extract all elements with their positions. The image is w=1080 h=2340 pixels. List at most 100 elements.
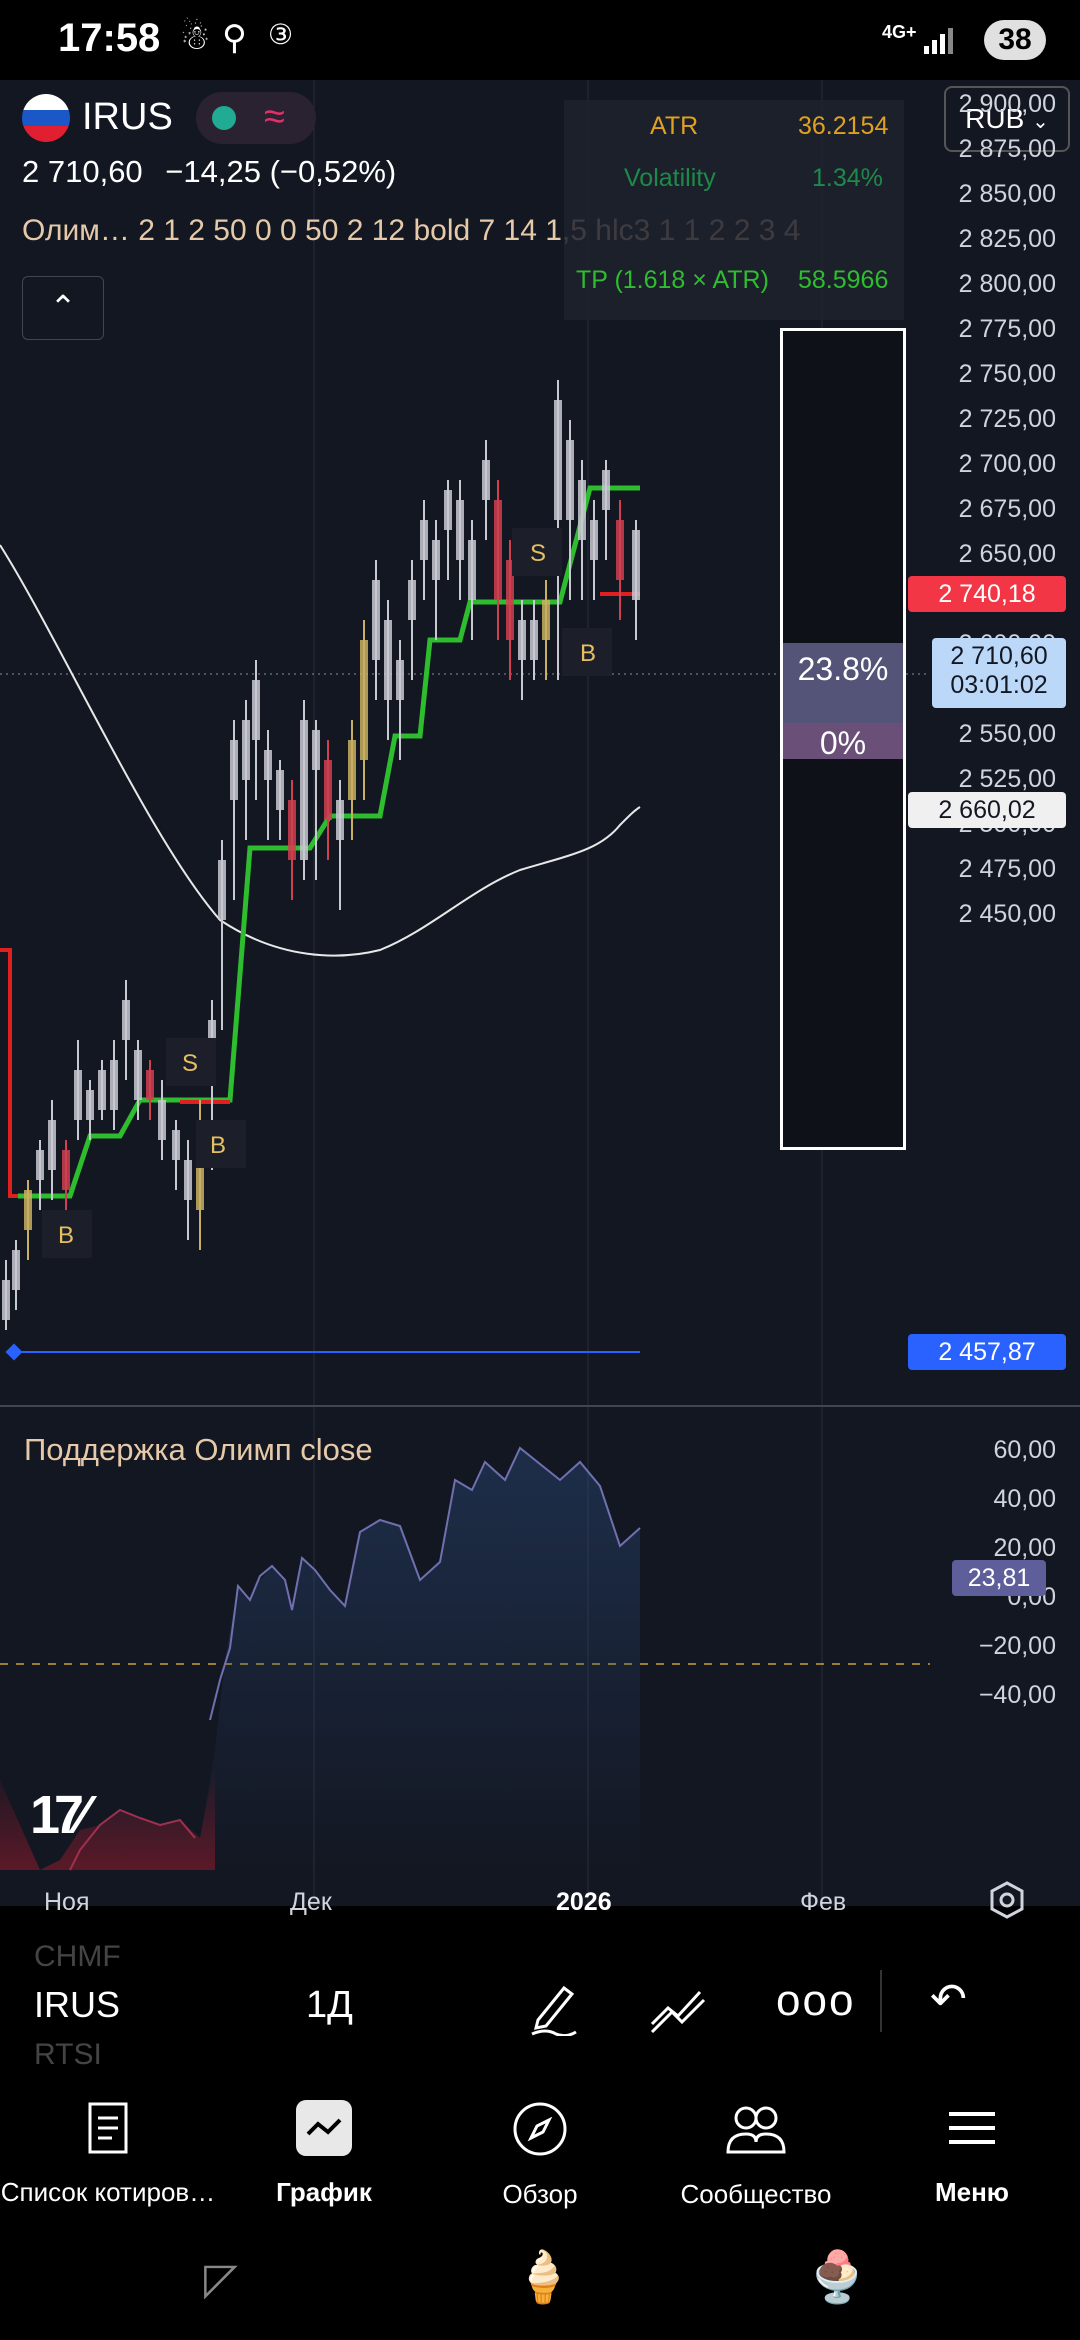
chart-icon	[296, 2100, 352, 2156]
nav-overview[interactable]: Обзор	[432, 2100, 648, 2210]
candle-body	[566, 440, 574, 520]
price-change: −14,25 (−0,52%)	[165, 154, 397, 189]
price-tag-red: 2 740,18	[908, 576, 1066, 612]
candle-body	[518, 620, 526, 660]
nav-label: График	[276, 2177, 372, 2207]
price-tick: 2 900,00	[958, 90, 1056, 118]
signal-buy: B	[58, 1222, 75, 1249]
candle-body	[324, 760, 332, 820]
oscillator-title[interactable]: Поддержка Олимп close	[24, 1432, 373, 1468]
price-tick: 2 850,00	[958, 180, 1056, 208]
candle-body	[312, 730, 320, 770]
oscillator-tick: 40,00	[993, 1485, 1056, 1513]
volatility-value: 1.34%	[812, 164, 883, 192]
search-notif-icon: ⚲	[222, 19, 247, 57]
price-tick: 2 725,00	[958, 405, 1056, 433]
nav-label: Список котиров…	[0, 2177, 216, 2207]
candle-body	[482, 460, 490, 500]
oscillator-tick: −20,00	[978, 1632, 1056, 1660]
candle-body	[2, 1280, 10, 1320]
recents-gesture-icon[interactable]: 🍨	[806, 2248, 868, 2307]
fib-box[interactable]: 23.8% 0%	[780, 328, 906, 1150]
nav-label: Обзор	[502, 2179, 578, 2209]
oscillator-value-tag: 23,81	[952, 1560, 1046, 1596]
candle-body	[184, 1160, 192, 1200]
candle-body	[110, 1060, 118, 1110]
shield-3-icon: ③	[268, 19, 294, 50]
price-tick: 2 875,00	[958, 135, 1056, 163]
chart-toolbar: CHMF IRUS RTSI 1Д ooo ↶	[0, 1940, 1080, 2080]
pen-icon[interactable]	[526, 1980, 582, 2036]
candle-body	[372, 580, 380, 660]
nav-watchlist[interactable]: Список котиров…	[0, 2100, 216, 2208]
candle-body	[348, 740, 356, 800]
status-pill[interactable]: ≈	[196, 92, 316, 144]
candle-body	[420, 520, 428, 560]
volatility-label: Volatility	[624, 164, 716, 192]
time-label: Дек	[290, 1888, 332, 1916]
nav-label: Меню	[934, 2177, 1010, 2207]
candle-body	[336, 800, 344, 840]
tradingview-logo: 17⁄	[30, 1785, 87, 1845]
candle-body	[230, 740, 238, 800]
symbol-title[interactable]: IRUS	[82, 96, 173, 139]
oscillator-tick: 20,00	[993, 1534, 1056, 1562]
price-tick: 2 775,00	[958, 315, 1056, 343]
candle-body	[24, 1190, 32, 1230]
candle-body	[48, 1120, 56, 1170]
candle-body	[578, 480, 586, 540]
back-gesture-icon[interactable]: ◸	[204, 2254, 238, 2305]
collapse-button[interactable]: ⌃	[22, 276, 104, 340]
candle-body	[146, 1070, 154, 1100]
candle-body	[12, 1250, 20, 1290]
candle-body	[408, 580, 416, 620]
symbol-prev[interactable]: CHMF	[34, 1940, 121, 1974]
tp-label: TP (1.618 × ATR)	[576, 266, 769, 294]
signal-icon	[924, 28, 953, 54]
chart-area[interactable]: IRUS ≈ 2 710,60 −14,25 (−0,52%) Олим… 2 …	[0, 80, 1080, 1919]
candle-body	[396, 660, 404, 700]
hexagon-settings-icon[interactable]	[988, 1880, 1026, 1920]
nav-community[interactable]: Сообщество	[648, 2100, 864, 2210]
last-price: 2 710,60	[22, 154, 143, 189]
price-tick: 2 750,00	[958, 360, 1056, 388]
candle-body	[632, 530, 640, 600]
atr-panel: ATR 36.2154 Volatility 1.34% TP (1.618 ×…	[564, 100, 904, 320]
candle-body	[288, 800, 296, 860]
anchor-marker	[5, 1343, 23, 1361]
more-icon[interactable]: ooo	[776, 1976, 855, 2026]
interval-button[interactable]: 1Д	[306, 1984, 353, 2027]
time-label: Фев	[800, 1888, 847, 1916]
menu-icon	[949, 2112, 995, 2144]
divider	[880, 1970, 882, 2032]
price-tag-blue: 2 457,87	[908, 1334, 1066, 1370]
candle-body	[158, 1100, 166, 1140]
trendline-icon[interactable]	[648, 1980, 708, 2036]
nav-menu[interactable]: Меню	[864, 2100, 1080, 2208]
candle-body	[432, 540, 440, 580]
network-label: 4G+	[882, 22, 917, 42]
undo-icon[interactable]: ↶	[930, 1974, 967, 2025]
candle-body	[444, 490, 452, 530]
symbol-next[interactable]: RTSI	[34, 2038, 102, 2072]
price-tick: 2 550,00	[958, 720, 1056, 748]
watchlist-icon	[88, 2102, 128, 2154]
community-icon	[726, 2106, 786, 2154]
time-label: Ноя	[44, 1888, 90, 1916]
candlestick-series	[2, 380, 640, 1330]
candle-body	[86, 1090, 94, 1120]
home-gesture-icon[interactable]: 🍦	[512, 2248, 574, 2307]
price-tick: 2 525,00	[958, 765, 1056, 793]
tp-value: 58.5966	[798, 266, 889, 294]
bar-countdown: 03:01:02	[950, 671, 1048, 699]
candle-body	[590, 520, 598, 560]
nav-chart[interactable]: График	[216, 2100, 432, 2208]
time-label: 2026	[556, 1888, 612, 1916]
compass-icon	[513, 2102, 567, 2156]
candle-body	[98, 1070, 106, 1110]
chart-canvas[interactable]	[0, 80, 1080, 1906]
candle-body	[134, 1050, 142, 1100]
symbol-button[interactable]: IRUS	[34, 1984, 120, 2026]
candle-body	[172, 1130, 180, 1160]
candle-body	[276, 770, 284, 810]
